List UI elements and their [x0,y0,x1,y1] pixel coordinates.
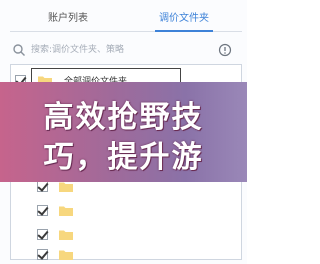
tab-bar: 账户列表 调价文件夹 [10,8,242,32]
window: 账户列表 调价文件夹 全部调价文件夹 [0,0,247,264]
search-bar [12,40,232,60]
search-icon[interactable] [12,43,26,57]
checkbox-icon[interactable] [37,228,48,240]
folder-icon [59,206,73,216]
folder-icon [59,182,73,192]
banner-headline-line-2: 巧，提升游 [43,140,204,175]
banner-headline-line-1: 高效抢野技 [43,100,204,135]
search-input[interactable] [31,41,213,59]
checkbox-icon[interactable] [37,204,48,216]
list-item[interactable] [11,247,241,261]
checkbox-icon[interactable] [37,180,48,192]
info-icon[interactable] [218,43,232,57]
folder-icon [59,230,73,240]
folder-icon [59,250,73,260]
list-item[interactable] [11,199,241,221]
tab-price-folders[interactable]: 调价文件夹 [126,8,242,32]
list-item[interactable] [11,223,241,245]
tab-account-list[interactable]: 账户列表 [10,8,126,31]
checkbox-icon[interactable] [37,248,48,260]
